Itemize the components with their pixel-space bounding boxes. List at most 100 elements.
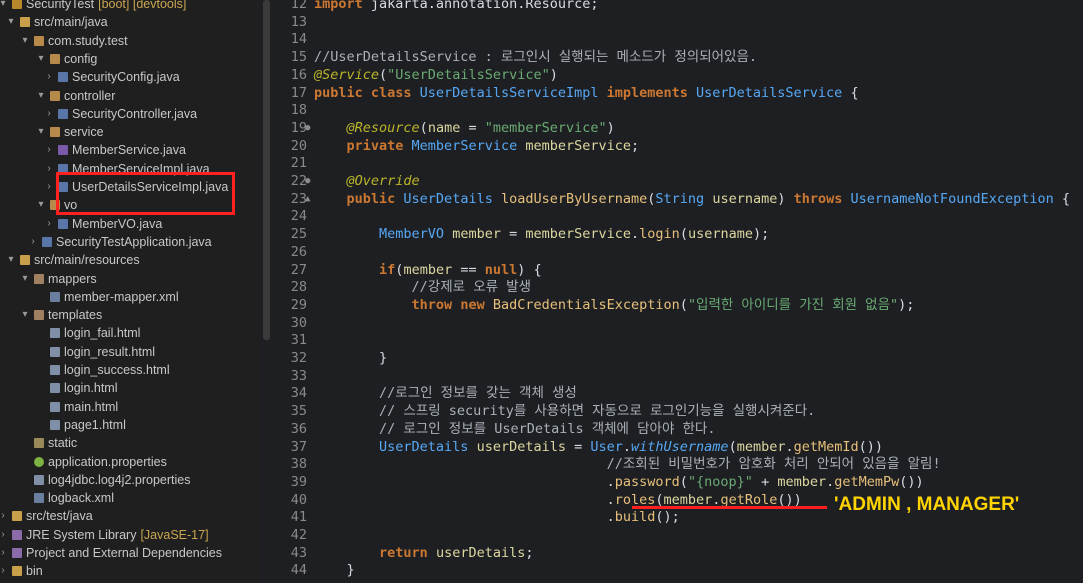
code-token: UserDetailsService <box>696 84 851 101</box>
code-line[interactable]: 16 @Service("UserDetailsService") <box>277 67 1083 85</box>
code-line[interactable]: 32 } <box>277 350 1083 368</box>
code-token: if <box>379 261 396 278</box>
tree-arrow-icon[interactable]: › <box>44 105 54 123</box>
code-line[interactable]: 12 import jakarta.annotation.Resource; <box>277 0 1083 14</box>
java-icon <box>58 72 68 83</box>
code-line[interactable]: 26 <box>277 244 1083 262</box>
code-line[interactable]: 33 <box>277 368 1083 386</box>
tree-arrow-icon[interactable]: ▾ <box>36 87 46 105</box>
code-line[interactable]: 21 <box>277 155 1083 173</box>
code-line[interactable]: 30 <box>277 315 1083 333</box>
code-line[interactable]: 13 <box>277 14 1083 32</box>
tree-item-label: Project and External Dependencies <box>26 546 222 560</box>
code-line[interactable]: 39 .password("{noop}" + member.getMemPw(… <box>277 474 1083 492</box>
tree-arrow-icon[interactable]: ▾ <box>6 251 16 269</box>
project-icon <box>12 0 22 9</box>
tree-arrow-icon[interactable]: › <box>44 178 54 196</box>
code-token: ( <box>419 119 428 136</box>
code-token: "UserDetailsService" <box>387 66 550 83</box>
code-line[interactable]: 23 ▲ public UserDetails loadUserByUsernam… <box>277 191 1083 209</box>
tree-arrow-icon[interactable]: › <box>0 507 8 525</box>
tree-arrow-icon[interactable]: › <box>0 562 8 580</box>
code-line[interactable]: 25 MemberVO member = memberService.login… <box>277 226 1083 244</box>
line-number: 37 <box>290 438 307 455</box>
code-line[interactable]: 43 return userDetails; <box>277 545 1083 563</box>
srcfolder-icon <box>12 511 22 522</box>
tree-arrow-icon[interactable]: ▾ <box>36 196 46 214</box>
code-line[interactable]: 15 //UserDetailsService : 로그인시 실행되는 메소드가 … <box>277 49 1083 67</box>
code-line[interactable]: 31 <box>277 332 1083 350</box>
code-line[interactable]: 35 // 스프링 security를 사용하면 자동으로 로그인기능을 실행시… <box>277 403 1083 421</box>
code-line[interactable]: 22 ● @Override <box>277 173 1083 191</box>
code-line[interactable]: 14 <box>277 31 1083 49</box>
tree-arrow-icon[interactable]: › <box>44 160 54 178</box>
code-text: //UserDetailsService : 로그인시 실행되는 메소드가 정의… <box>314 49 757 67</box>
line-number: 43 <box>290 544 307 561</box>
code-token: { <box>1061 190 1070 207</box>
html-icon <box>50 346 60 357</box>
code-line[interactable]: 37 UserDetails userDetails = User.withUs… <box>277 439 1083 457</box>
package-explorer: ▾ SecurityTest [boot] [devtools] ▾ src/main/… <box>0 0 259 583</box>
line-number: 27 <box>290 261 307 278</box>
tree-arrow-icon[interactable]: ▾ <box>0 0 8 13</box>
code-token: import <box>314 0 371 12</box>
tree-item-label: login_fail.html <box>64 326 141 341</box>
code-line[interactable]: 27 if(member == null) { <box>277 262 1083 280</box>
code-token: ) { <box>517 261 542 278</box>
code-line[interactable]: 24 <box>277 208 1083 226</box>
tree-arrow-icon[interactable]: ▾ <box>36 123 46 141</box>
code-token: // 스프링 security를 사용하면 자동으로 로그인기능을 실행시켜준다… <box>379 403 816 420</box>
tree-arrow-icon[interactable]: ▾ <box>36 50 46 68</box>
code-line[interactable]: 36 // 로그인 정보를 UserDetails 객체에 담아야 한다. <box>277 421 1083 439</box>
code-token: ()) <box>858 438 884 455</box>
line-number: 16 <box>290 66 307 83</box>
code-token: "{noop}" <box>687 473 753 490</box>
code-token: . <box>631 226 640 243</box>
code-line[interactable]: 18 <box>277 102 1083 120</box>
tree-arrow-icon[interactable]: › <box>44 215 54 233</box>
code-token: . <box>314 491 615 508</box>
line-number: 30 <box>290 314 307 331</box>
code-token: . <box>314 473 615 490</box>
code-line[interactable]: 29 throw new BadCredentialsException("입력… <box>277 297 1083 315</box>
code-line[interactable]: 34 //로그인 정보를 갖는 객체 생성 <box>277 385 1083 403</box>
tree-arrow-icon[interactable]: ▾ <box>20 270 30 288</box>
code-line[interactable]: 38 //조회된 비밀번호가 암호화 처리 안되어 있음을 알림! <box>277 456 1083 474</box>
tree-arrow-icon[interactable]: ▾ <box>6 13 16 31</box>
code-token: ()) <box>899 473 924 490</box>
xml-icon <box>34 493 44 504</box>
code-token: memberService <box>525 137 632 154</box>
tree-arrow-icon[interactable]: ▾ <box>20 306 30 324</box>
tree-item-label: login.html <box>64 381 118 396</box>
code-token: UsernameNotFoundException <box>850 190 1062 207</box>
tree-arrow-icon[interactable]: ▾ <box>20 32 30 50</box>
code-line[interactable]: 28 //강제로 오류 발생 <box>277 279 1083 297</box>
tree-arrow-icon[interactable]: › <box>28 233 38 251</box>
line-number: 26 <box>290 243 307 260</box>
tree-arrow-icon[interactable]: › <box>0 544 8 562</box>
gutter-marker-icon[interactable]: ● <box>305 120 310 138</box>
code-line[interactable]: 19 ● @Resource(name = "memberService") <box>277 120 1083 138</box>
tree-arrow-icon[interactable]: › <box>0 526 8 544</box>
code-line[interactable]: 20 private MemberService memberService; <box>277 138 1083 156</box>
line-number: 12 <box>290 0 307 12</box>
gutter-marker-icon[interactable]: ● <box>305 173 310 191</box>
gutter-marker-icon[interactable]: ▲ <box>305 191 310 209</box>
tree-arrow-icon[interactable]: › <box>44 141 54 159</box>
code-text: MemberVO member = memberService.login(us… <box>314 226 769 244</box>
line-number: 21 <box>290 155 307 172</box>
code-line[interactable]: 42 <box>277 527 1083 545</box>
code-line[interactable]: 17 public class UserDetailsServiceImpl im… <box>277 85 1083 103</box>
line-number: 42 <box>290 527 307 543</box>
code-token: build <box>614 509 656 526</box>
explorer-scrollbar[interactable] <box>263 0 270 340</box>
tree-arrow-icon[interactable]: › <box>44 68 54 86</box>
code-token: getMemId <box>793 438 859 455</box>
code-token: member <box>452 226 501 243</box>
tree-item-label: SecurityTestApplication.java <box>56 234 212 249</box>
code-line[interactable]: 44 } <box>277 562 1083 580</box>
tree-item-label: service <box>64 125 104 140</box>
tree-item-label: login_result.html <box>64 344 156 359</box>
code-text: // 로그인 정보를 UserDetails 객체에 담아야 한다. <box>314 421 715 439</box>
